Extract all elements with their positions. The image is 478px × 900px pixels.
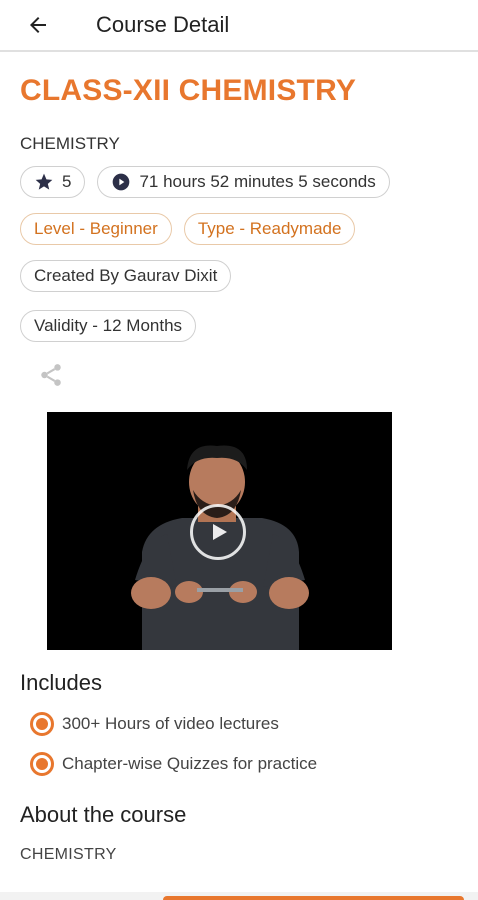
include-item-label: 300+ Hours of video lectures [62, 714, 279, 733]
course-subject: CHEMISTRY [20, 134, 120, 153]
play-icon [213, 524, 227, 540]
enroll-button[interactable] [163, 896, 464, 900]
course-title: CLASS-XII CHEMISTRY [20, 74, 357, 107]
radio-selected-icon [30, 752, 54, 776]
creator-row: Created By Gaurav Dixit [20, 260, 458, 292]
duration-value: 71 hours 52 minutes 5 seconds [139, 172, 376, 191]
about-text: CHEMISTRY [20, 846, 117, 863]
level-chip: Level - Beginner [20, 213, 172, 245]
star-icon [34, 172, 54, 192]
validity-row: Validity - 12 Months [20, 310, 458, 342]
rating-chip: 5 [20, 166, 86, 198]
stats-row: 5 71 hours 52 minutes 5 seconds [20, 166, 458, 198]
play-button[interactable] [190, 504, 246, 560]
share-button[interactable] [36, 360, 66, 390]
page-title: Course Detail [96, 12, 230, 37]
share-icon [41, 364, 61, 386]
radio-selected-icon [30, 712, 54, 736]
include-item-label: Chapter-wise Quizzes for practice [62, 754, 318, 773]
validity-chip: Validity - 12 Months [20, 310, 197, 342]
arrow-left-icon [30, 17, 46, 33]
include-item: Chapter-wise Quizzes for practice [30, 752, 458, 776]
course-content: CLASS-XII CHEMISTRY CHEMISTRY 5 71 hours… [0, 74, 478, 390]
back-button[interactable] [16, 3, 60, 47]
type-chip: Type - Readymade [183, 213, 356, 245]
meta-row: Level - Beginner Type - Readymade [20, 213, 458, 245]
play-circle-icon [111, 172, 131, 192]
creator-chip: Created By Gaurav Dixit [20, 260, 232, 292]
include-item: 300+ Hours of video lectures [30, 712, 458, 736]
video-player[interactable] [47, 412, 392, 650]
includes-title: Includes [20, 670, 102, 695]
rating-value: 5 [62, 172, 72, 191]
about-title: About the course [20, 802, 187, 827]
includes-section: Includes 300+ Hours of video lectures Ch… [0, 670, 478, 864]
app-bar: Course Detail [0, 0, 478, 52]
duration-chip: 71 hours 52 minutes 5 seconds [97, 166, 390, 198]
